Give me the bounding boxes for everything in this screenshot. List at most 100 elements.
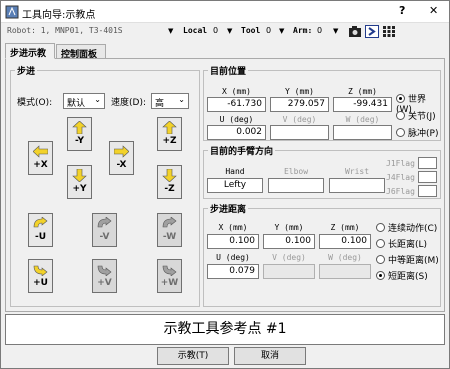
jog-minus-v-button[interactable]: -V [92,213,117,247]
rotate-icon [97,217,112,228]
dist-u-field[interactable]: 0.079 [207,264,259,279]
local-dropdown-icon[interactable]: ▼ [227,27,232,35]
jog-plus-x-button[interactable]: +X [28,141,53,175]
robot-label: Robot: 1, MNP01, T3-401S [7,26,123,35]
jog-minus-x-button[interactable]: -X [109,141,134,175]
dist-y-field[interactable]: 0.100 [263,234,315,249]
jog-minus-w-button[interactable]: -W [157,213,182,247]
speed-label: 速度(D): [111,98,146,108]
robot-dropdown-icon[interactable]: ▼ [168,27,173,35]
rotate-reverse-icon [162,265,177,276]
step-distance-group: 步进距离 X (mm) Y (mm) Z (mm) 0.100 0.100 0.… [203,202,441,307]
app-icon [5,5,19,19]
wrist-label: Wrist [344,167,370,176]
cur-v-field [270,125,329,140]
jog-minus-z-button[interactable]: -Z [157,165,182,199]
radio-long-dot [376,239,385,248]
jog-button-label: +U [33,278,48,288]
arm-value[interactable]: 0 [317,26,322,35]
tool-dropdown-icon[interactable]: ▼ [279,27,284,35]
radio-joint[interactable]: 关节(J) [396,109,436,122]
arrow-up-icon [72,121,87,134]
jog-minus-y-button[interactable]: -Y [67,117,92,151]
jog-plus-y-button[interactable]: +Y [67,165,92,199]
jog-button-label: -U [34,232,47,242]
dist-v-label: V (deg) [272,253,306,262]
tool-value[interactable]: 0 [266,26,271,35]
radio-short[interactable]: 短距离(S) [376,269,428,282]
j4flag-label: J4Flag [386,173,415,182]
rotate-reverse-icon [33,265,48,276]
jog-button-label: -Y [75,136,84,146]
title-bar: 工具向导:示教点 ? ✕ [1,1,449,23]
cur-w-field [333,125,392,140]
wrist-field [329,178,385,193]
jog-button-label: -X [116,160,127,170]
close-button[interactable]: ✕ [429,4,438,17]
jog-button-label: +X [33,160,48,170]
mode-select[interactable]: 默认 ⌄ [63,93,105,109]
step-distance-legend: 步进距离 [210,205,247,215]
tab-jog-teach[interactable]: 步进示教 [5,43,55,59]
jog-plus-u-button[interactable]: +U [28,259,53,293]
jog-plus-w-button[interactable]: +W [157,259,182,293]
dist-v-field [263,264,315,279]
radio-pulse-dot [396,128,405,137]
dist-x-field[interactable]: 0.100 [207,234,259,249]
j6flag-field [418,185,437,197]
tool-wizard-window: 工具向导:示教点 ? ✕ Robot: 1, MNP01, T3-401S ▼ … [0,0,450,369]
help-button[interactable]: ? [399,4,405,17]
cur-u-field: 0.002 [207,125,266,140]
rotate-reverse-icon [97,265,112,276]
tab-control-panel[interactable]: 控制面板 [56,44,106,60]
window-title: 工具向导:示教点 [22,10,96,21]
step-legend: 步进 [17,67,36,77]
camera-icon[interactable] [348,25,362,38]
dist-y-label: Y (mm) [274,223,304,232]
mode-label: 模式(O): [17,98,53,108]
dist-w-field [319,264,371,279]
dist-x-label: X (mm) [218,223,248,232]
point-title: 示教工具参考点 #1 [5,314,445,345]
local-label: Local [183,26,208,35]
speed-select[interactable]: 高 ⌄ [151,93,189,109]
jog-button-label: -Z [164,184,175,194]
dist-w-label: W (deg) [328,253,362,262]
arrow-left-icon [33,145,48,158]
jog-plus-z-button[interactable]: +Z [157,117,182,151]
radio-short-dot [376,271,385,280]
dist-z-field[interactable]: 0.100 [319,234,371,249]
local-value[interactable]: 0 [213,26,218,35]
arm-dropdown-icon[interactable]: ▼ [333,27,338,35]
radio-joint-dot [396,111,405,120]
tool-label: Tool [241,26,261,35]
radio-long[interactable]: 长距离(L) [376,237,427,250]
teach-button[interactable]: 示教(T) [157,347,229,365]
radio-pulse[interactable]: 脉冲(P) [396,126,438,139]
elbow-field [268,178,324,193]
tab-bar: 步进示教 控制面板 [5,43,445,60]
j1flag-field [418,157,437,169]
cur-z-label: Z (mm) [348,87,377,96]
arm-orientation-legend: 目前的手臂方向 [210,147,274,157]
cur-v-label: V (deg) [282,115,317,124]
jog-button-label: +Z [162,136,177,146]
jog-minus-u-button[interactable]: -U [28,213,53,247]
points-grid-icon[interactable] [382,25,396,38]
radio-world-dot [396,94,405,103]
jog-button-label: -W [162,232,177,242]
radio-medium[interactable]: 中等距离(M) [376,253,439,266]
current-position-legend: 目前位置 [210,67,247,77]
arrow-down-icon [162,169,177,182]
arm-orientation-group: 目前的手臂方向 Hand Elbow Wrist Lefty J1Flag J4… [203,144,441,199]
jog-button-label: +Y [72,184,87,194]
jog-plus-v-button[interactable]: +V [92,259,117,293]
radio-continuous[interactable]: 连续动作(C) [376,221,437,234]
radio-continuous-dot [376,223,385,232]
rotate-icon [33,217,48,228]
hand-field: Lefty [207,178,263,193]
cur-w-label: W (deg) [345,115,380,124]
cancel-button[interactable]: 取消 [234,347,306,365]
j6flag-label: J6Flag [386,187,415,196]
io-monitor-icon[interactable] [365,25,379,38]
